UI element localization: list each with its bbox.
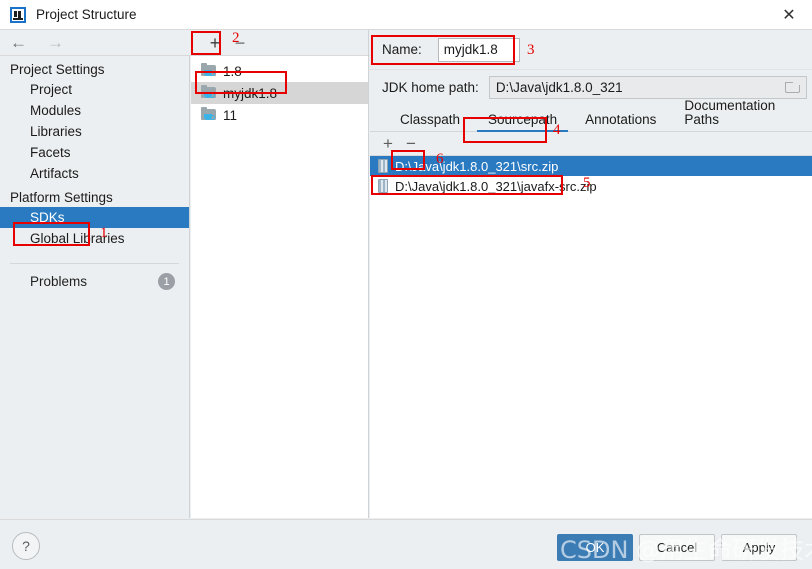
jdk-folder-icon	[201, 63, 217, 78]
jdk-home-path-label: JDK home path:	[382, 79, 479, 95]
ok-button[interactable]: OK	[557, 534, 633, 561]
sourcepath-list-item-javafx-src[interactable]: D:\Java\jdk1.8.0_321\javafx-src.zip	[370, 176, 812, 196]
forward-arrow-icon[interactable]: →	[47, 34, 64, 51]
sidebar-item-problems[interactable]: Problems 1	[0, 270, 189, 293]
add-sdk-button[interactable]: +	[204, 33, 226, 53]
sidebar-item-modules[interactable]: Modules	[0, 100, 189, 121]
sidebar-item-sdks[interactable]: SDKs	[0, 207, 189, 228]
project-structure-dialog: Project Structure ✕ ← → Project Settings…	[0, 0, 812, 569]
jdk-home-path-value: D:\Java\jdk1.8.0_321	[495, 79, 623, 95]
remove-sourcepath-button[interactable]: −	[400, 133, 422, 153]
sourcepath-item-label: D:\Java\jdk1.8.0_321\src.zip	[395, 158, 559, 174]
title-bar: Project Structure ✕	[0, 0, 812, 30]
sdk-list-item-myjdk1-8[interactable]: myjdk1.8	[191, 82, 368, 104]
jdk-folder-icon	[201, 107, 217, 122]
sdk-name-input[interactable]	[437, 37, 520, 62]
sdk-list-item-11[interactable]: 11	[191, 104, 368, 126]
tab-documentation-paths[interactable]: Documentation Paths	[670, 99, 812, 131]
add-sourcepath-button[interactable]: +	[378, 133, 398, 153]
zip-archive-icon	[378, 159, 388, 173]
zip-archive-icon	[378, 179, 388, 193]
folder-icon[interactable]	[784, 81, 800, 93]
sdk-detail-panel: Name: JDK home path: D:\Java\jdk1.8.0_32…	[370, 30, 812, 518]
navigation-arrows: ← →	[10, 34, 64, 51]
problems-label: Problems	[30, 274, 88, 289]
intellij-idea-icon	[10, 6, 26, 23]
sidebar-group-platform-settings: Platform Settings	[10, 190, 113, 205]
jdk-home-path-field[interactable]: D:\Java\jdk1.8.0_321	[488, 75, 807, 99]
problems-count-badge: 1	[158, 273, 175, 290]
back-arrow-icon[interactable]: ←	[10, 34, 27, 51]
sidebar-item-global-libraries[interactable]: Global Libraries	[0, 228, 189, 249]
tab-sourcepath[interactable]: Sourcepath	[474, 112, 571, 132]
sidebar-divider	[10, 263, 179, 264]
sourcepath-list: D:\Java\jdk1.8.0_321\src.zip D:\Java\jdk…	[370, 156, 812, 518]
sidebar-item-libraries[interactable]: Libraries	[0, 121, 189, 142]
sdk-tabs: Classpath Sourcepath Annotations Documen…	[370, 99, 812, 132]
sdk-list: 1.8 myjdk1.8 11	[191, 56, 368, 126]
close-icon[interactable]: ✕	[766, 0, 812, 29]
sdk-list-item-label: 11	[223, 107, 238, 123]
page-title: Project Structure	[36, 7, 137, 22]
name-label: Name:	[382, 42, 422, 57]
sidebar-group-project-settings: Project Settings	[10, 62, 105, 77]
sdk-list-item-label: myjdk1.8	[223, 85, 278, 101]
sdk-list-item-1-8[interactable]: 1.8	[191, 60, 368, 82]
sidebar-item-artifacts[interactable]: Artifacts	[0, 163, 189, 184]
sidebar-item-project[interactable]: Project	[0, 79, 189, 100]
settings-sidebar: Project Settings Project Modules Librari…	[0, 56, 190, 518]
jdk-folder-icon	[201, 85, 217, 100]
tab-annotations[interactable]: Annotations	[571, 112, 670, 132]
sidebar-item-facets[interactable]: Facets	[0, 142, 189, 163]
sdk-name-row: Name:	[370, 30, 812, 70]
sourcepath-item-label: D:\Java\jdk1.8.0_321\javafx-src.zip	[395, 178, 597, 194]
sdk-list-item-label: 1.8	[223, 63, 242, 79]
sourcepath-toolbar: + −	[370, 132, 812, 156]
sdk-list-toolbar: + −	[191, 30, 368, 56]
help-button[interactable]: ?	[12, 532, 40, 560]
remove-sdk-button[interactable]: −	[229, 33, 251, 53]
apply-button[interactable]: Apply	[721, 534, 797, 561]
tab-classpath[interactable]: Classpath	[386, 112, 474, 132]
sdk-list-panel: + − 1.8 myjdk1.8 11	[191, 30, 369, 518]
sourcepath-list-item-src[interactable]: D:\Java\jdk1.8.0_321\src.zip	[370, 156, 812, 176]
cancel-button[interactable]: Cancel	[639, 534, 715, 561]
